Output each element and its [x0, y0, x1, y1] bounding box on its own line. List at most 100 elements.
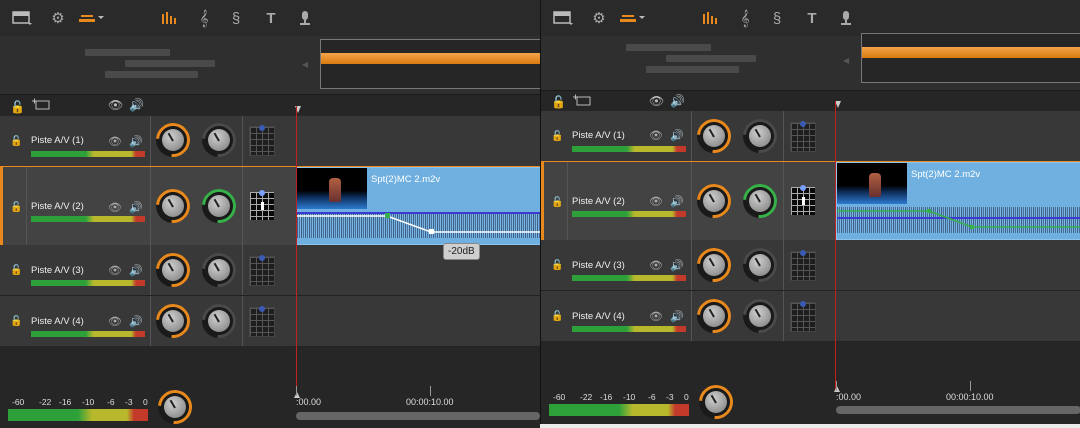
- lock-icon[interactable]: 🔓: [10, 202, 22, 213]
- speaker-icon[interactable]: 🔊: [670, 195, 684, 208]
- pan-knob[interactable]: [736, 292, 784, 340]
- lock-icon[interactable]: 🔓: [551, 311, 563, 322]
- lock-icon[interactable]: 🔓: [551, 131, 563, 142]
- add-track-icon[interactable]: [32, 98, 50, 113]
- timeline-overview[interactable]: ◀: [0, 36, 540, 95]
- volume-knob[interactable]: [149, 297, 197, 345]
- speaker-icon[interactable]: 🔊: [670, 310, 684, 323]
- speaker-icon[interactable]: 🔊: [129, 201, 143, 214]
- pan-knob[interactable]: [736, 241, 784, 289]
- pan-knob[interactable]: [195, 297, 243, 345]
- eye-icon[interactable]: 👁: [108, 98, 123, 112]
- horizontal-scrollbar[interactable]: [296, 412, 540, 420]
- track-name: Piste A/V (3): [572, 260, 625, 271]
- volume-envelope[interactable]: [297, 208, 540, 238]
- eye-icon[interactable]: 👁: [649, 94, 664, 108]
- lock-all-icon[interactable]: 🔓: [551, 95, 566, 109]
- playhead-line[interactable]: [296, 106, 297, 391]
- track-2[interactable]: 🔓 Piste A/V (2) 👁 🔊 Spt(2)MC 2.m2v: [541, 161, 1080, 241]
- screen-layout-icon[interactable]: [10, 8, 34, 28]
- overview-left-arrow-icon[interactable]: ◀: [302, 60, 308, 69]
- surround-panner[interactable]: [790, 185, 816, 216]
- surround-panner[interactable]: [249, 125, 275, 156]
- track-2[interactable]: 🔓 Piste A/V (2) 👁 🔊 Spt(2)MC 2.m2v: [0, 166, 540, 246]
- eye-icon[interactable]: 👁: [108, 135, 122, 148]
- master-volume-knob[interactable]: [151, 383, 199, 428]
- screen-layout-icon[interactable]: [551, 8, 575, 28]
- volume-envelope[interactable]: [837, 203, 1080, 233]
- microphone-icon[interactable]: [839, 8, 853, 28]
- title-text-icon[interactable]: T: [803, 8, 821, 28]
- eye-icon[interactable]: 👁: [649, 129, 663, 142]
- playhead-line[interactable]: [835, 101, 836, 391]
- eye-icon[interactable]: 👁: [649, 259, 663, 272]
- master-volume-knob[interactable]: [692, 378, 740, 424]
- eye-icon[interactable]: 👁: [108, 264, 122, 277]
- add-track-icon[interactable]: [573, 94, 591, 109]
- pan-knob[interactable]: [195, 182, 243, 230]
- speaker-icon[interactable]: 🔊: [129, 135, 143, 148]
- timeline-overview[interactable]: ◀: [541, 33, 1080, 91]
- eye-icon[interactable]: 👁: [649, 310, 663, 323]
- volume-knob[interactable]: [690, 177, 738, 225]
- pan-knob[interactable]: [736, 112, 784, 160]
- track-1[interactable]: 🔓 Piste A/V (1) 👁 🔊: [541, 111, 1080, 162]
- eye-icon[interactable]: 👁: [649, 195, 663, 208]
- time-ruler[interactable]: :00.00 00:00:10.00: [296, 386, 540, 428]
- sound-effect-icon[interactable]: §: [769, 8, 785, 28]
- lock-icon[interactable]: 🔓: [10, 136, 22, 147]
- speaker-icon[interactable]: 🔊: [129, 315, 143, 328]
- track-4[interactable]: 🔓 Piste A/V (4) 👁 🔊: [0, 296, 540, 347]
- title-text-icon[interactable]: T: [262, 8, 280, 28]
- treble-clef-icon[interactable]: 𝄞: [737, 8, 753, 28]
- surround-panner[interactable]: [790, 250, 816, 281]
- surround-panner[interactable]: [249, 306, 275, 337]
- gear-icon[interactable]: ⚙: [589, 8, 609, 28]
- lock-icon[interactable]: 🔓: [10, 265, 22, 276]
- horizontal-scrollbar[interactable]: [836, 406, 1080, 414]
- lock-all-icon[interactable]: 🔓: [10, 100, 25, 114]
- lock-icon[interactable]: 🔓: [10, 316, 22, 327]
- pan-knob[interactable]: [736, 177, 784, 225]
- volume-knob[interactable]: [690, 292, 738, 340]
- video-clip[interactable]: Spt(2)MC 2.m2v: [296, 167, 540, 245]
- sound-effect-icon[interactable]: §: [228, 8, 244, 28]
- divider: [783, 111, 784, 161]
- track-level-meter: [572, 326, 686, 332]
- volume-knob[interactable]: [149, 116, 197, 164]
- speaker-icon[interactable]: 🔊: [670, 94, 685, 108]
- gear-icon[interactable]: ⚙: [48, 8, 68, 28]
- video-clip[interactable]: Spt(2)MC 2.m2v: [836, 162, 1080, 240]
- track-3[interactable]: 🔓 Piste A/V (3) 👁 🔊: [541, 240, 1080, 291]
- mixer-settings-icon[interactable]: [78, 8, 106, 28]
- surround-panner[interactable]: [790, 301, 816, 332]
- surround-panner[interactable]: [249, 190, 275, 221]
- track-1[interactable]: 🔓 Piste A/V (1) 👁 🔊: [0, 116, 540, 167]
- time-ruler[interactable]: :00.00 00:00:10.00: [836, 381, 1080, 424]
- speaker-icon[interactable]: 🔊: [129, 264, 143, 277]
- audio-bars-icon[interactable]: [160, 8, 180, 28]
- eye-icon[interactable]: 👁: [108, 315, 122, 328]
- overview-viewport[interactable]: [320, 39, 540, 89]
- surround-panner[interactable]: [790, 121, 816, 152]
- lock-icon[interactable]: 🔓: [551, 197, 563, 208]
- overview-left-arrow-icon[interactable]: ◀: [843, 56, 849, 65]
- pan-knob[interactable]: [195, 116, 243, 164]
- pan-knob[interactable]: [195, 246, 243, 294]
- audio-bars-icon[interactable]: [701, 8, 721, 28]
- volume-knob[interactable]: [690, 112, 738, 160]
- speaker-icon[interactable]: 🔊: [670, 129, 684, 142]
- speaker-icon[interactable]: 🔊: [129, 98, 144, 112]
- volume-knob[interactable]: [149, 182, 197, 230]
- volume-knob[interactable]: [149, 246, 197, 294]
- surround-panner[interactable]: [249, 255, 275, 286]
- treble-clef-icon[interactable]: 𝄞: [196, 8, 212, 28]
- lock-icon[interactable]: 🔓: [551, 260, 563, 271]
- speaker-icon[interactable]: 🔊: [670, 259, 684, 272]
- mixer-settings-icon[interactable]: [619, 8, 647, 28]
- overview-viewport[interactable]: [861, 33, 1080, 83]
- volume-knob[interactable]: [690, 241, 738, 289]
- microphone-icon[interactable]: [298, 8, 312, 28]
- track-4[interactable]: 🔓 Piste A/V (4) 👁 🔊: [541, 291, 1080, 342]
- eye-icon[interactable]: 👁: [108, 201, 122, 214]
